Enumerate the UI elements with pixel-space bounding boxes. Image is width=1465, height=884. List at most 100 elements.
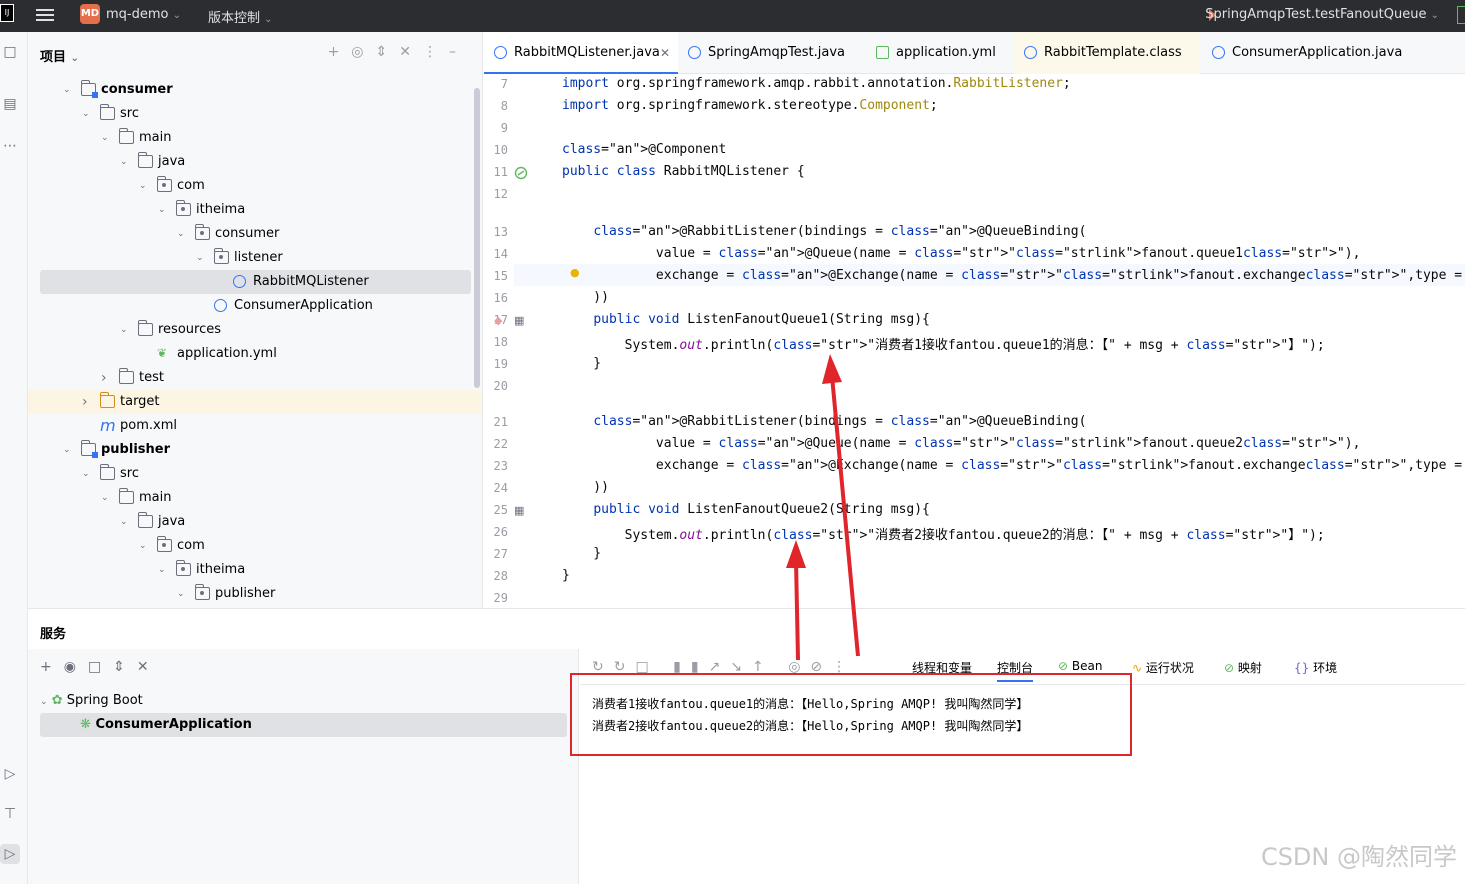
tab-bean[interactable]: ⊘ Bean bbox=[1058, 659, 1102, 673]
project-tool-icon[interactable]: □ bbox=[0, 42, 20, 62]
tab-mappings[interactable]: ⊘ 映射 bbox=[1224, 659, 1262, 676]
code-line[interactable]: } bbox=[562, 356, 601, 371]
tab-springamqptest[interactable]: SpringAmqpTest.java bbox=[678, 32, 846, 74]
tree-item-consumerapplication[interactable]: ConsumerApplication bbox=[28, 294, 482, 318]
tree-item-application-yml[interactable]: ❦ application.yml bbox=[28, 342, 482, 366]
chevron-down-icon[interactable]: ⌄ bbox=[82, 462, 92, 486]
chevron-down-icon[interactable]: ⌄ bbox=[101, 486, 111, 510]
chevron-down-icon[interactable]: ⌄ bbox=[101, 126, 111, 150]
chevron-down-icon[interactable]: ⌄ bbox=[158, 198, 168, 222]
folder-icon bbox=[138, 152, 153, 168]
tree-item-spring-boot[interactable]: ⌄ ✿ Spring Boot bbox=[40, 689, 143, 713]
chevron-down-icon[interactable]: ⌄ bbox=[177, 222, 187, 246]
module-folder-icon bbox=[81, 440, 98, 458]
tree-item-consumer[interactable]: ⌄ consumer bbox=[28, 222, 482, 246]
tree-item-java[interactable]: ⌄ java bbox=[28, 510, 482, 534]
tree-item-main[interactable]: ⌄ main bbox=[28, 126, 482, 150]
tree-item-itheima[interactable]: ⌄ itheima bbox=[28, 558, 482, 582]
tree-item-src[interactable]: ⌄ src bbox=[28, 102, 482, 126]
tab-consumerapplication[interactable]: ConsumerApplication.java bbox=[1202, 32, 1402, 74]
run-configuration-selector[interactable]: SpringAmqpTest.testFanoutQueue ⌄ bbox=[1205, 7, 1439, 22]
chevron-down-icon[interactable]: ⌄ bbox=[63, 438, 73, 462]
tree-item-resources[interactable]: ⌄ resources bbox=[28, 318, 482, 342]
tree-item-com[interactable]: ⌄ com bbox=[28, 534, 482, 558]
chevron-down-icon[interactable]: ⌄ bbox=[63, 78, 73, 102]
tree-item-publisher[interactable]: ⌄ publisher bbox=[28, 582, 482, 606]
bean-icon[interactable] bbox=[514, 166, 528, 180]
chevron-right-icon[interactable]: › bbox=[101, 366, 111, 390]
tree-item-target[interactable]: › target bbox=[28, 390, 482, 414]
package-icon bbox=[157, 176, 172, 192]
tab-rabbittemplate[interactable]: RabbitTemplate.class bbox=[1014, 32, 1200, 74]
tree-item-label: ConsumerApplication bbox=[234, 298, 373, 313]
chevron-down-icon[interactable]: ⌄ bbox=[120, 510, 130, 534]
code-line[interactable]: System.out.println(class="str">"消费者1接收fa… bbox=[562, 334, 1325, 353]
tab-health[interactable]: ∿ 运行状况 bbox=[1132, 659, 1194, 676]
chevron-down-icon[interactable]: ⌄ bbox=[158, 558, 168, 582]
tab-environment[interactable]: {} 环境 bbox=[1294, 659, 1337, 676]
project-panel-toolbar[interactable]: +◎⇕✕⋮– bbox=[328, 44, 468, 60]
code-line[interactable]: } bbox=[562, 546, 601, 561]
code-line[interactable]: class="an">@RabbitListener(bindings = cl… bbox=[562, 414, 1086, 429]
chevron-down-icon[interactable]: ⌄ bbox=[120, 150, 130, 174]
chevron-down-icon[interactable]: ⌄ bbox=[139, 174, 149, 198]
code-line[interactable]: class="an">@Component bbox=[562, 142, 726, 157]
lightbulb-icon[interactable]: ● bbox=[570, 266, 580, 279]
chevron-right-icon[interactable]: › bbox=[82, 390, 92, 414]
code-line[interactable]: } bbox=[562, 568, 570, 583]
chevron-down-icon[interactable]: ⌄ bbox=[139, 534, 149, 558]
breakpoint-icon[interactable]: ◆ bbox=[494, 314, 502, 327]
services-toolbar[interactable]: +◉□⇕✕ bbox=[40, 659, 161, 675]
tree-item-main[interactable]: ⌄ main bbox=[28, 486, 482, 510]
run-tool-icon[interactable]: ▷ bbox=[0, 764, 20, 784]
package-icon bbox=[157, 536, 172, 552]
structure-tool-icon[interactable]: ▤ bbox=[0, 94, 20, 114]
tree-item-itheima[interactable]: ⌄ itheima bbox=[28, 198, 482, 222]
project-scrollbar[interactable] bbox=[474, 88, 480, 388]
tree-item-com[interactable]: ⌄ com bbox=[28, 174, 482, 198]
code-line[interactable]: value = class="an">@Queue(name = class="… bbox=[562, 436, 1361, 451]
tree-item-label: test bbox=[139, 370, 164, 385]
tree-item-publisher[interactable]: ⌄ publisher bbox=[28, 438, 482, 462]
code-line[interactable]: class="an">@RabbitListener(bindings = cl… bbox=[562, 224, 1086, 239]
terminal-tool-icon[interactable]: ⊤ bbox=[0, 804, 20, 824]
listener-gutter-icon[interactable]: ▦ bbox=[514, 314, 524, 327]
run-button-edge[interactable] bbox=[1457, 6, 1465, 24]
project-switcher[interactable]: mq-demo ⌄ bbox=[106, 7, 181, 22]
main-menu-icon[interactable] bbox=[36, 6, 54, 24]
code-line[interactable]: public class RabbitMQListener { bbox=[562, 164, 805, 179]
project-panel-title[interactable]: 项目 ⌄ bbox=[40, 46, 79, 65]
tree-item-consumerapplication[interactable]: ❋ ConsumerApplication bbox=[40, 713, 567, 737]
code-line[interactable]: import org.springframework.amqp.rabbit.a… bbox=[562, 76, 1071, 91]
code-line[interactable]: exchange = class="an">@Exchange(name = c… bbox=[562, 268, 1465, 283]
code-line[interactable]: )) bbox=[562, 290, 609, 305]
tree-item-test[interactable]: › test bbox=[28, 366, 482, 390]
code-editor[interactable]: 7 import org.springframework.amqp.rabbit.… bbox=[484, 74, 1465, 608]
code-line[interactable]: import org.springframework.stereotype.Co… bbox=[562, 98, 938, 113]
tab-application-yml[interactable]: application.yml bbox=[866, 32, 1016, 74]
tree-item-java[interactable]: ⌄ java bbox=[28, 150, 482, 174]
code-line[interactable]: System.out.println(class="str">"消费者2接收fa… bbox=[562, 524, 1325, 543]
close-icon[interactable]: ✕ bbox=[660, 32, 670, 74]
code-line[interactable]: public void ListenFanoutQueue1(String ms… bbox=[562, 312, 930, 327]
chevron-down-icon[interactable]: ⌄ bbox=[120, 318, 130, 342]
tree-item-consumer[interactable]: ⌄ consumer bbox=[28, 78, 482, 102]
chevron-down-icon[interactable]: ⌄ bbox=[82, 102, 92, 126]
code-line[interactable]: public void ListenFanoutQueue2(String ms… bbox=[562, 502, 930, 517]
chevron-down-icon[interactable]: ⌄ bbox=[177, 582, 187, 606]
vcs-menu[interactable]: 版本控制 ⌄ bbox=[208, 7, 273, 26]
code-line[interactable]: exchange = class="an">@Exchange(name = c… bbox=[562, 458, 1465, 473]
tree-item-label: src bbox=[120, 106, 139, 121]
services-tool-icon[interactable]: ▷ bbox=[0, 844, 20, 864]
tree-item-pom-xml[interactable]: m pom.xml bbox=[28, 414, 482, 438]
more-tools-icon[interactable]: ⋯ bbox=[0, 136, 20, 156]
code-line[interactable]: )) bbox=[562, 480, 609, 495]
tree-item-listener[interactable]: ⌄ listener bbox=[28, 246, 482, 270]
tab-rabbitmqlistener[interactable]: RabbitMQListener.java ✕ bbox=[484, 32, 678, 74]
code-line[interactable]: value = class="an">@Queue(name = class="… bbox=[562, 246, 1361, 261]
tree-item-src[interactable]: ⌄ src bbox=[28, 462, 482, 486]
project-badge[interactable]: MD bbox=[80, 4, 100, 24]
tree-item-rabbitmqlistener[interactable]: RabbitMQListener bbox=[40, 270, 471, 294]
chevron-down-icon[interactable]: ⌄ bbox=[196, 246, 206, 270]
listener-gutter-icon[interactable]: ▦ bbox=[514, 504, 524, 517]
